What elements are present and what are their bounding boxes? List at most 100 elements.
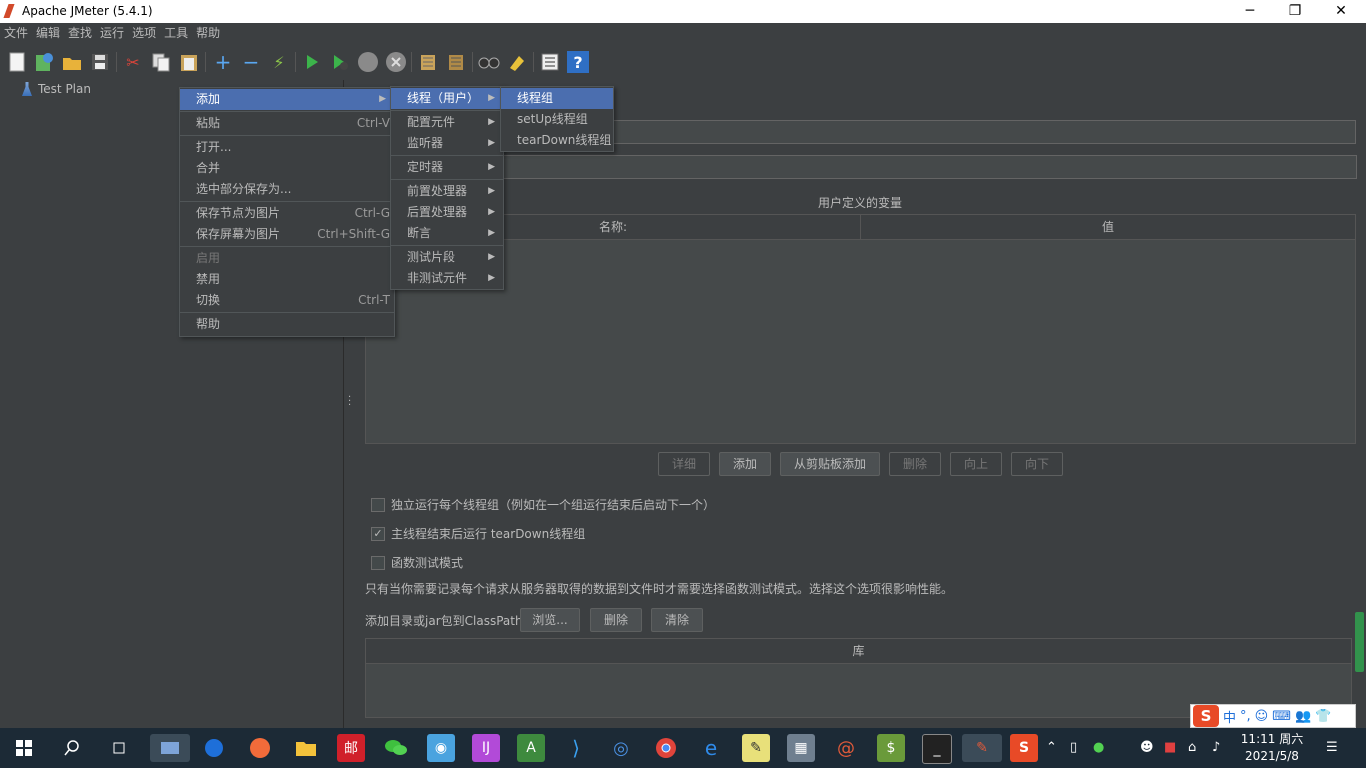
ime-skin-icon[interactable]: 👕: [1315, 709, 1331, 724]
pinned-app-money-icon[interactable]: $: [877, 734, 905, 762]
close-button[interactable]: ✕: [1318, 0, 1364, 23]
submenu-item-thread-group[interactable]: 线程组: [501, 88, 613, 109]
checkbox-box[interactable]: [371, 555, 385, 570]
submenu-item-threads[interactable]: 线程（用户） ▶: [391, 88, 503, 109]
reset-search-icon[interactable]: [506, 51, 528, 73]
menu-item-add[interactable]: 添加 ▶: [180, 89, 394, 110]
minimize-button[interactable]: ─: [1227, 0, 1273, 23]
menu-item-save-screen-image[interactable]: 保存屏幕为图片 Ctrl+Shift-G: [180, 224, 394, 245]
checkbox-box[interactable]: [371, 497, 385, 512]
name-field[interactable]: [502, 120, 1356, 144]
clear-icon[interactable]: [417, 51, 439, 73]
new-icon[interactable]: [6, 51, 28, 73]
maximize-button[interactable]: ❐: [1272, 0, 1318, 23]
comments-field[interactable]: [502, 155, 1357, 179]
functional-mode-checkbox[interactable]: 函数测试模式: [371, 554, 463, 571]
tray-show-hidden-icon[interactable]: ⌃: [1046, 728, 1057, 768]
submenu-item-setup-thread-group[interactable]: setUp线程组: [501, 109, 613, 130]
collapse-all-icon[interactable]: −: [240, 50, 262, 74]
ime-user-icon[interactable]: 👥: [1295, 709, 1311, 724]
classpath-delete-button[interactable]: 删除: [590, 608, 642, 632]
pinned-app-edge-icon[interactable]: e: [697, 734, 725, 762]
pinned-app-notepad-icon[interactable]: ✎: [742, 734, 770, 762]
menu-item-merge[interactable]: 合并: [180, 158, 394, 179]
function-helper-icon[interactable]: [539, 51, 561, 73]
menu-run[interactable]: 运行: [96, 23, 128, 44]
stop-icon[interactable]: [357, 51, 379, 73]
pinned-app-android-studio-icon[interactable]: A: [517, 734, 545, 762]
submenu-item-test-fragment[interactable]: 测试片段 ▶: [391, 247, 503, 268]
paste-icon[interactable]: [178, 51, 200, 73]
add-button[interactable]: 添加: [719, 452, 771, 476]
ime-emoji-icon[interactable]: ☺: [1255, 709, 1269, 724]
pinned-app-terminal-icon[interactable]: _: [922, 734, 952, 764]
pinned-app-qq-icon[interactable]: ◉: [427, 734, 455, 762]
open-icon[interactable]: [61, 51, 83, 73]
tree-node-test-plan[interactable]: Test Plan: [22, 82, 91, 96]
menu-item-open[interactable]: 打开...: [180, 137, 394, 158]
pinned-app-chrome-icon[interactable]: [652, 734, 680, 762]
pinned-app-computer-icon[interactable]: [150, 734, 190, 762]
tray-mail-icon[interactable]: ■: [1164, 728, 1176, 768]
pinned-app-file-explorer-icon[interactable]: [292, 734, 320, 762]
submenu-item-teardown-thread-group[interactable]: tearDown线程组: [501, 130, 613, 151]
tray-volume-icon[interactable]: ♪: [1212, 728, 1220, 768]
ime-chinese-mode[interactable]: 中: [1223, 707, 1236, 726]
shutdown-icon[interactable]: [385, 51, 407, 73]
pinned-app-jmeter-icon[interactable]: ✎: [962, 734, 1002, 762]
submenu-item-preprocessor[interactable]: 前置处理器 ▶: [391, 181, 503, 202]
tray-network-icon[interactable]: ⌂: [1188, 728, 1196, 768]
tray-sogou-icon[interactable]: S: [1010, 734, 1038, 762]
pinned-app-wechat-icon[interactable]: [382, 734, 410, 762]
delete-button[interactable]: 删除: [889, 452, 941, 476]
menu-file[interactable]: 文件: [0, 23, 32, 44]
templates-icon[interactable]: [33, 51, 55, 73]
checkbox-checked-icon[interactable]: ✓: [371, 526, 385, 541]
menu-item-help[interactable]: 帮助: [180, 314, 394, 335]
move-up-button[interactable]: 向上: [950, 452, 1002, 476]
help-icon[interactable]: ?: [567, 51, 589, 73]
menu-item-save-node-image[interactable]: 保存节点为图片 Ctrl-G: [180, 203, 394, 224]
tray-wechat-icon[interactable]: ●: [1093, 728, 1104, 768]
move-down-button[interactable]: 向下: [1011, 452, 1063, 476]
submenu-item-assertion[interactable]: 断言 ▶: [391, 223, 503, 244]
start-icon[interactable]: [301, 51, 323, 73]
menu-tools[interactable]: 工具: [160, 23, 192, 44]
submenu-item-non-test[interactable]: 非测试元件 ▶: [391, 268, 503, 289]
pinned-app-mail-icon[interactable]: 邮: [337, 734, 365, 762]
menu-help[interactable]: 帮助: [192, 23, 224, 44]
menu-item-toggle[interactable]: 切换 Ctrl-T: [180, 290, 394, 311]
submenu-item-timer[interactable]: 定时器 ▶: [391, 157, 503, 178]
start-no-pauses-icon[interactable]: [329, 51, 351, 73]
expand-all-icon[interactable]: +: [212, 50, 234, 74]
detail-button[interactable]: 详细: [658, 452, 710, 476]
pinned-app-swirl-icon[interactable]: @: [832, 734, 860, 762]
task-view-icon[interactable]: [105, 734, 133, 762]
menu-edit[interactable]: 编辑: [32, 23, 64, 44]
serialize-threadgroups-checkbox[interactable]: 独立运行每个线程组（例如在一个组运行结束后启动下一个）: [371, 496, 715, 513]
pinned-app-maps-icon[interactable]: [200, 734, 228, 762]
teardown-on-shutdown-checkbox[interactable]: ✓ 主线程结束后运行 tearDown线程组: [371, 525, 585, 542]
menu-search[interactable]: 查找: [64, 23, 96, 44]
save-icon[interactable]: [89, 51, 111, 73]
menu-item-disable[interactable]: 禁用: [180, 269, 394, 290]
taskbar-clock[interactable]: 11:11 周六 2021/5/8: [1238, 731, 1306, 765]
submenu-item-postprocessor[interactable]: 后置处理器 ▶: [391, 202, 503, 223]
tray-usb-icon[interactable]: ▯: [1070, 728, 1077, 768]
pinned-app-vscode-icon[interactable]: ⟩: [562, 734, 590, 762]
browse-button[interactable]: 浏览...: [520, 608, 580, 632]
pinned-app-intellij-icon[interactable]: IJ: [472, 734, 500, 762]
copy-icon[interactable]: [150, 51, 172, 73]
notification-center-icon[interactable]: ☰: [1326, 728, 1338, 768]
ime-punctuation[interactable]: °,: [1240, 709, 1251, 724]
clear-all-icon[interactable]: [445, 51, 467, 73]
ime-keyboard-icon[interactable]: ⌨: [1272, 709, 1291, 724]
column-library[interactable]: 库: [366, 639, 1351, 663]
tray-qq-icon[interactable]: ☻: [1140, 728, 1154, 768]
search-icon[interactable]: [58, 734, 86, 762]
cut-icon[interactable]: ✂: [122, 51, 144, 73]
menu-item-paste[interactable]: 粘贴 Ctrl-V: [180, 113, 394, 134]
toggle-icon[interactable]: ⚡: [268, 51, 290, 73]
add-from-clipboard-button[interactable]: 从剪贴板添加: [780, 452, 880, 476]
sogou-logo-icon[interactable]: S: [1193, 705, 1219, 727]
